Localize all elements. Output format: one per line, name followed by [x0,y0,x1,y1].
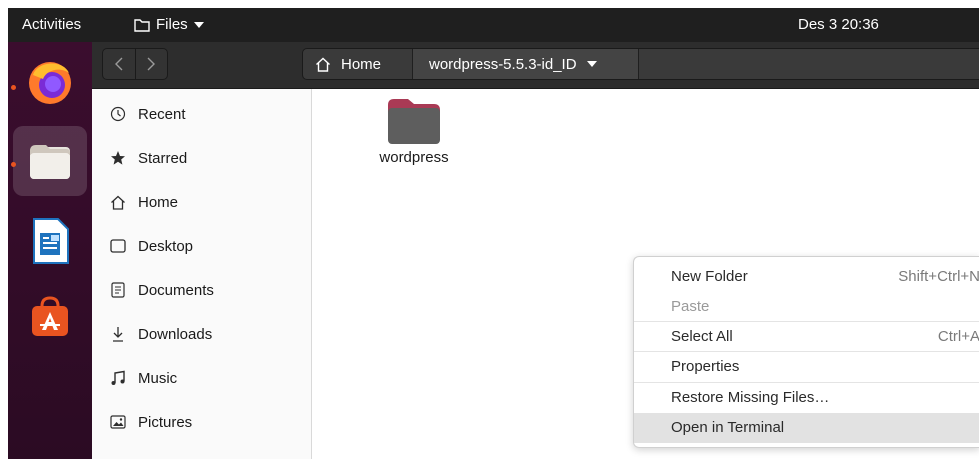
caret-down-icon [586,61,597,67]
picture-icon [108,415,128,429]
sidebar-item-label: Home [138,193,179,211]
home-icon [108,195,128,210]
sidebar-item-home[interactable]: Home [92,180,311,224]
dock [8,42,92,459]
menu-item-shortcut: Ctrl+A [937,328,979,345]
sidebar-item-music[interactable]: Music [92,356,311,400]
music-icon [108,370,128,386]
path-crumb-home-label: Home [341,55,382,73]
menu-item-label: Paste [671,298,710,315]
menu-item-label: Restore Missing Files… [671,389,830,406]
clock-icon [108,106,128,122]
sidebar-item-label: Music [138,369,178,387]
menu-item-select-all[interactable]: Select All Ctrl+A [634,322,979,352]
chevron-right-icon [147,57,156,71]
software-center-icon [32,296,68,336]
running-indicator [11,162,16,167]
menu-item-label: Select All [671,328,733,345]
dock-app-files[interactable] [13,126,87,196]
sidebar-item-documents[interactable]: Documents [92,268,311,312]
star-icon [108,150,128,166]
activities-button[interactable]: Activities [22,16,81,33]
sidebar-item-starred[interactable]: Starred [92,136,311,180]
files-icon [30,145,70,179]
document-icon [108,282,128,298]
dock-app-software[interactable] [8,281,92,351]
sidebar-item-pictures[interactable]: Pictures [92,400,311,444]
sidebar-item-label: Recent [138,105,186,123]
menu-item-paste: Paste [634,292,979,322]
folder-icon [388,99,440,144]
sidebar-item-desktop[interactable]: Desktop [92,224,311,268]
sidebar-item-label: Desktop [138,237,194,255]
folder-item[interactable]: wordpress [368,97,460,166]
sidebar-item-downloads[interactable]: Downloads [92,312,311,356]
top-bar: Activities Files Des 3 20:36 [8,8,979,42]
sidebar-item-recent[interactable]: Recent [92,92,311,136]
path-bar: Home wordpress-5.5.3-id_ID [302,48,979,80]
dock-app-firefox[interactable] [8,47,92,117]
menu-item-label: Open in Terminal [671,419,785,436]
path-crumb-current[interactable]: wordpress-5.5.3-id_ID [413,49,639,79]
writer-icon [33,218,69,264]
path-crumb-current-label: wordpress-5.5.3-id_ID [429,55,577,73]
caret-down-icon [193,21,204,28]
context-menu: New Folder Shift+Ctrl+N Paste Select All… [633,256,979,448]
menu-item-properties[interactable]: Properties [634,352,979,382]
sidebar-item-label: Downloads [138,325,213,343]
sidebar-item-label: Starred [138,149,188,167]
download-icon [108,326,128,342]
folder-outline-icon [134,18,150,32]
menu-item-shortcut: Shift+Ctrl+N [898,268,979,285]
navigation-buttons [102,48,168,80]
header-bar: Home wordpress-5.5.3-id_ID [92,42,979,89]
firefox-icon [29,62,71,104]
path-crumb-home[interactable]: Home [303,49,413,79]
forward-button[interactable] [134,49,168,79]
dock-app-writer[interactable] [8,206,92,276]
chevron-left-icon [114,57,123,71]
desktop-icon [108,239,128,253]
menu-item-label: Properties [671,358,740,375]
sidebar-item-label: Documents [138,281,214,299]
sidebar: Recent Starred Home Desktop Documents Do… [92,89,312,459]
running-indicator [11,85,16,90]
home-icon [316,57,330,72]
menu-item-open-in-terminal[interactable]: Open in Terminal [634,413,979,443]
sidebar-item-label: Pictures [138,413,193,431]
app-menu-label: Files [156,16,188,33]
back-button[interactable] [103,49,135,79]
folder-label: wordpress [379,149,449,166]
app-menu[interactable]: Files [134,16,204,33]
menu-item-restore-missing-files[interactable]: Restore Missing Files… [634,383,979,413]
clock[interactable]: Des 3 20:36 [798,16,879,33]
menu-item-label: New Folder [671,268,748,285]
menu-item-new-folder[interactable]: New Folder Shift+Ctrl+N [634,262,979,292]
